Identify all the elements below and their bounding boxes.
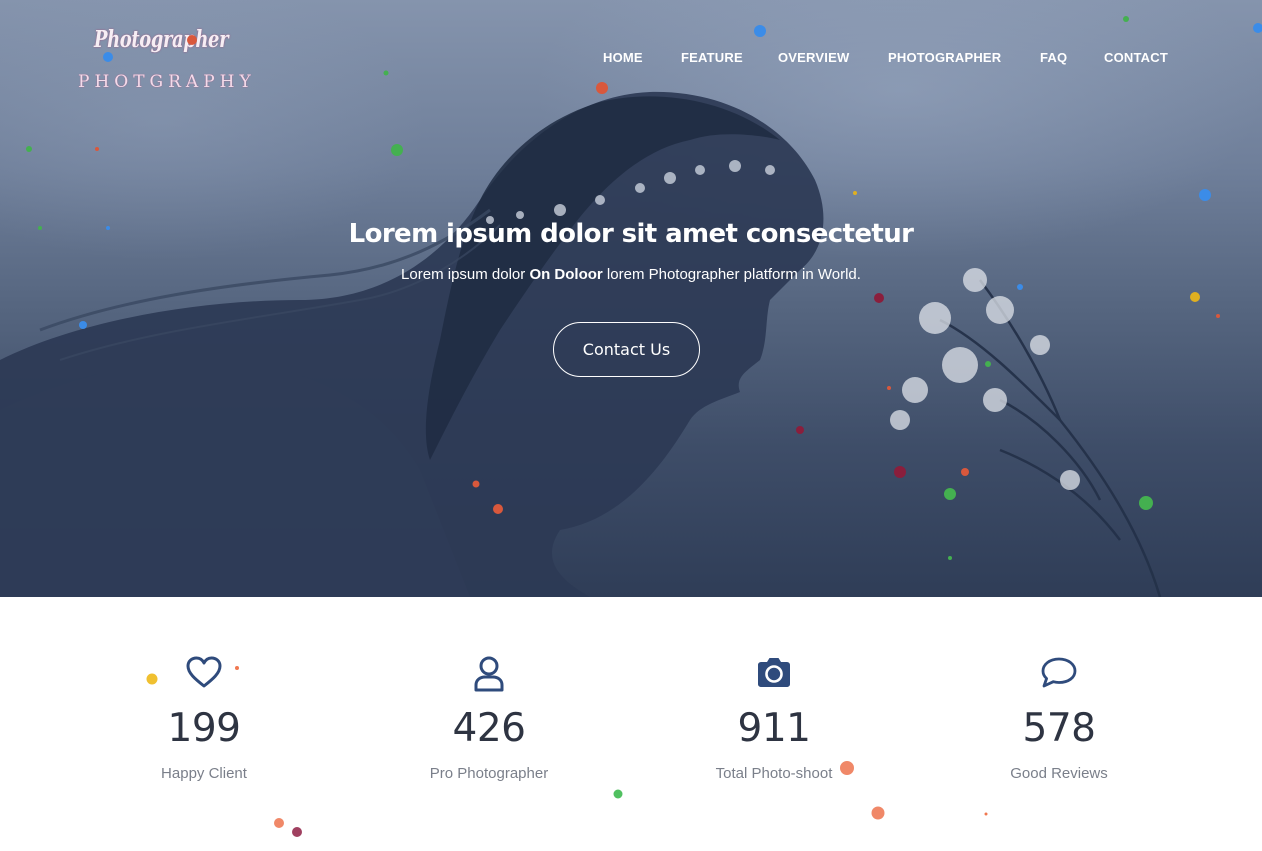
stat-label: Good Reviews <box>1010 765 1108 782</box>
logo-script-text: Photographer <box>94 26 229 53</box>
hero-section: Photographer PHOTGRAPHY HOME FEATURE OVE… <box>0 0 1262 597</box>
stat-label: Total Photo-shoot <box>715 765 833 782</box>
nav-item-home[interactable]: HOME <box>603 50 643 65</box>
nav-item-faq[interactable]: FAQ <box>1040 50 1067 65</box>
nav-item-overview[interactable]: OVERVIEW <box>778 50 849 65</box>
hero-title: Lorem ipsum dolor sit amet consectetur <box>348 219 914 249</box>
stat-happy-client: 199 Happy Client <box>84 655 324 782</box>
stat-value: 911 <box>737 706 811 751</box>
stat-value: 199 <box>167 706 241 751</box>
stat-label: Pro Photographer <box>429 765 549 782</box>
contact-us-button[interactable]: Contact Us <box>553 322 700 377</box>
logo-subtitle-text: PHOTGRAPHY <box>78 72 256 92</box>
hero-subtitle: Lorem ipsum dolor On Doloor lorem Photog… <box>0 266 1262 283</box>
nav-item-contact[interactable]: CONTACT <box>1104 50 1168 65</box>
stat-value: 426 <box>452 706 526 751</box>
hero-subtitle-pre: Lorem ipsum dolor <box>401 266 530 283</box>
stat-good-reviews: 578 Good Reviews <box>939 655 1179 782</box>
site-logo[interactable]: Photographer PHOTGRAPHY <box>78 22 251 98</box>
stat-total-photo-shoot: 911 Total Photo-shoot <box>654 655 894 782</box>
stat-pro-photographer: 426 Pro Photographer <box>369 655 609 782</box>
hero-subtitle-bold: On Doloor <box>529 266 603 283</box>
user-icon <box>369 655 609 693</box>
stat-value: 578 <box>1022 706 1096 751</box>
nav-item-photographer[interactable]: PHOTOGRAPHER <box>888 50 1001 65</box>
camera-icon <box>654 655 894 693</box>
nav-item-feature[interactable]: FEATURE <box>681 50 743 65</box>
heart-icon <box>84 655 324 693</box>
chat-bubble-icon <box>939 655 1179 693</box>
stat-label: Happy Client <box>161 765 247 782</box>
hero-subtitle-post: lorem Photographer platform in World. <box>602 266 861 283</box>
